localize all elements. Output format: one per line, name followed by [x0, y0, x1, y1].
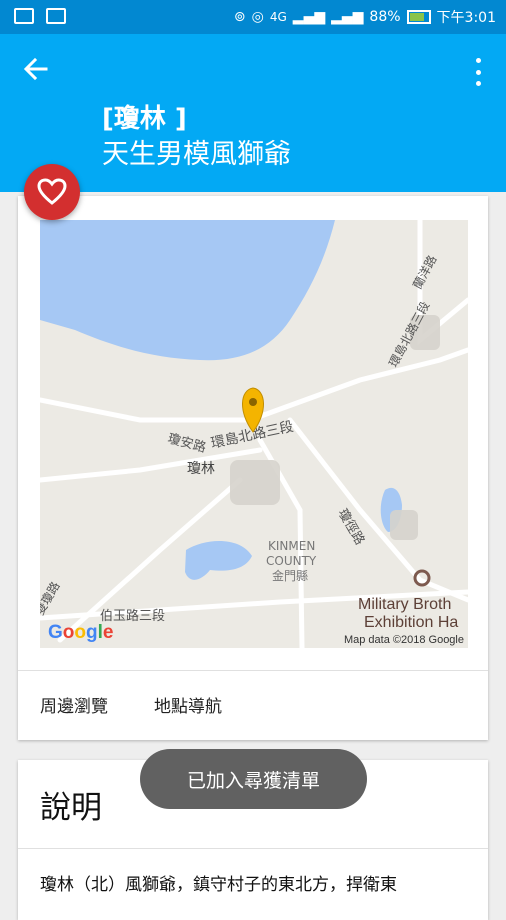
- description-heading: 說明: [40, 790, 102, 826]
- battery-percent: 88%: [369, 9, 401, 25]
- description-divider: [18, 848, 488, 849]
- sync-icon: ◎: [251, 9, 264, 25]
- svg-text:KINMEN: KINMEN: [268, 539, 315, 553]
- card-divider: [18, 670, 488, 671]
- map-view[interactable]: 瓊安路 環島北路三段 瓊林 瓊徑路 雙瓊路 伯玉路三段 環島北路三段 蘭洋路 K…: [40, 220, 468, 648]
- app-bar: [瓊林 ] 天生男模風獅爺: [0, 34, 506, 192]
- svg-text:Military Broth: Military Broth: [358, 596, 451, 613]
- svg-text:金門縣: 金門縣: [272, 568, 308, 583]
- network-type-label: 4G: [269, 10, 287, 24]
- battery-icon: [406, 10, 431, 24]
- navigate-button[interactable]: 地點導航: [154, 692, 222, 717]
- hotspot-icon: ⊚: [233, 9, 246, 25]
- svg-text:瓊林: 瓊林: [187, 461, 215, 477]
- map-credit: Map data ©2018 Google: [343, 634, 464, 646]
- map-actions: 周邊瀏覽 地點導航: [40, 692, 222, 717]
- description-text: 瓊林（北）風獅爺，鎮守村子的東北方，捍衛東: [40, 875, 397, 895]
- toast-message: 已加入尋獲清單: [140, 749, 367, 809]
- status-bar: ⊚ ◎ 4G ▂▄▆ ▂▄▆ 88% 下午3:01: [0, 0, 506, 34]
- favorite-button[interactable]: [24, 164, 80, 220]
- google-logo: Google: [48, 622, 114, 643]
- page-title: 天生男模風獅爺: [102, 139, 291, 170]
- signal-icon: ▂▄▆: [292, 9, 326, 25]
- page-title-location: [瓊林 ]: [102, 104, 187, 134]
- status-time: 下午3:01: [436, 10, 496, 26]
- map-card: 瓊安路 環島北路三段 瓊林 瓊徑路 雙瓊路 伯玉路三段 環島北路三段 蘭洋路 K…: [18, 196, 488, 740]
- image-notification-icon: [14, 8, 34, 24]
- back-arrow-icon[interactable]: [22, 56, 48, 87]
- heart-icon: [37, 178, 67, 205]
- gallery-notification-icon: [46, 8, 66, 24]
- browse-nearby-button[interactable]: 周邊瀏覽: [40, 692, 108, 717]
- signal-icon-2: ▂▄▆: [331, 9, 364, 25]
- svg-text:COUNTY: COUNTY: [266, 554, 317, 568]
- more-options-icon[interactable]: [468, 58, 488, 86]
- svg-text:Exhibition Ha: Exhibition Ha: [364, 614, 458, 631]
